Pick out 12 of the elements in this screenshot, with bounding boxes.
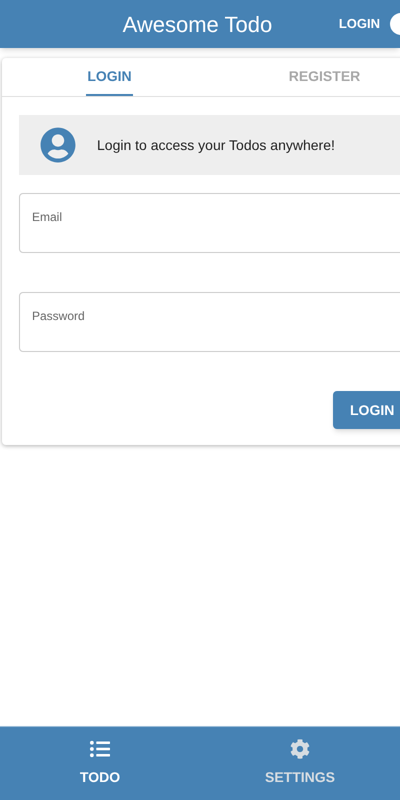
nav-item[interactable]: SETTINGS	[264, 727, 335, 800]
field-label: Password	[32, 309, 85, 323]
app-title: Awesome Todo	[122, 10, 272, 38]
field-label: Email	[32, 210, 62, 224]
login-submit-button[interactable]: LOGIN	[333, 391, 400, 429]
tab[interactable]: LOGIN	[86, 58, 133, 96]
tab[interactable]: REGISTER	[288, 58, 362, 96]
input-field[interactable]: Password	[19, 292, 400, 352]
banner-text: Login to access your Todos anywhere!	[97, 136, 335, 155]
nav-item[interactable]: TODO	[80, 727, 120, 800]
input-field[interactable]: Email	[19, 193, 400, 253]
login-button[interactable]: LOGIN	[338, 14, 380, 34]
